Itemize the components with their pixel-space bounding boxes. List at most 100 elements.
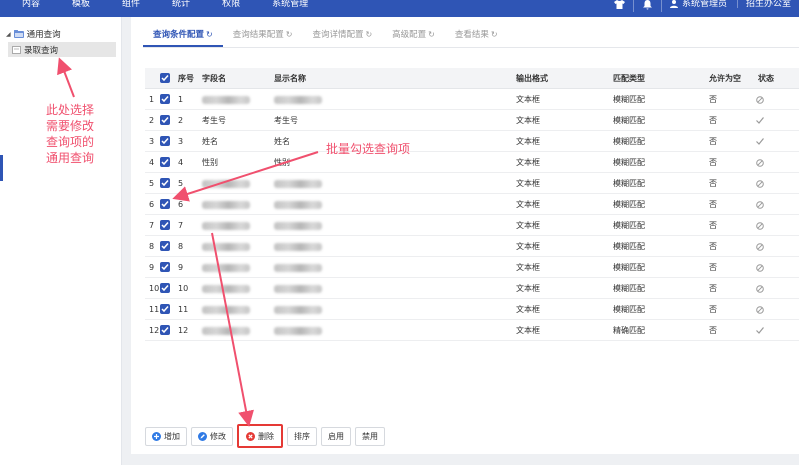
check-icon — [756, 110, 764, 131]
allow-null-cell: 否 — [709, 200, 717, 209]
display-name-cell — [274, 299, 322, 320]
tab-view-result[interactable]: 查看结果 ↻ — [445, 17, 508, 47]
menu-item-permission[interactable]: 权限 — [206, 0, 256, 17]
match-type-cell: 模糊匹配 — [613, 95, 645, 104]
tab-query-condition[interactable]: 查询条件配置 ↻ — [143, 17, 223, 47]
row-checkbox[interactable] — [160, 178, 170, 188]
redacted-text — [202, 200, 250, 209]
tab-divider — [143, 47, 799, 48]
delete-button[interactable]: 删除 — [237, 424, 283, 448]
redacted-text — [202, 221, 250, 230]
config-tabs: 查询条件配置 ↻ 查询结果配置 ↻ 查询详情配置 ↻ 高级配置 ↻ 查看结果 ↻ — [143, 17, 508, 47]
tree-root-label: 通用查询 — [26, 30, 61, 40]
shirt-icon[interactable] — [606, 0, 634, 12]
close-circle-icon — [246, 431, 255, 441]
redacted-text — [202, 179, 250, 188]
field-name-cell — [202, 173, 250, 194]
row-checkbox[interactable] — [160, 325, 170, 335]
row-checkbox[interactable] — [160, 304, 170, 314]
annotation-batch-check: 批量勾选查询项 — [326, 142, 411, 156]
row-checkbox[interactable] — [160, 283, 170, 293]
field-name-cell — [202, 278, 250, 299]
allow-null-cell: 否 — [709, 179, 717, 188]
disabled-icon — [756, 278, 764, 299]
seq-cell: 8 — [178, 242, 184, 251]
tab-query-detail[interactable]: 查询详情配置 ↻ — [302, 17, 382, 47]
field-name-cell — [202, 320, 250, 341]
menu-item-content[interactable]: 内容 — [0, 0, 56, 17]
field-name-cell — [202, 299, 250, 320]
row-checkbox[interactable] — [160, 157, 170, 167]
collapse-triangle-icon[interactable]: ◢ — [6, 31, 11, 38]
disabled-icon — [756, 173, 764, 194]
display-name-cell — [274, 215, 322, 236]
match-type-cell: 模糊匹配 — [613, 242, 645, 251]
menu-item-statistics[interactable]: 统计 — [156, 0, 206, 17]
tree-node-admission-query[interactable]: 录取查询 — [8, 42, 116, 57]
table-row[interactable]: 4 4 性别 性别 文本框 模糊匹配 否 — [145, 152, 799, 173]
table-row[interactable]: 2 2 考生号 考生号 文本框 模糊匹配 否 — [145, 110, 799, 131]
active-indicator — [0, 155, 3, 181]
menu-item-system[interactable]: 系统管理 — [256, 0, 324, 17]
bell-icon[interactable] — [634, 0, 662, 12]
table-row[interactable]: 10 10 文本框 模糊匹配 否 — [145, 278, 799, 299]
row-checkbox[interactable] — [160, 115, 170, 125]
allow-null-cell: 否 — [709, 116, 717, 125]
output-format-cell: 文本框 — [516, 326, 540, 335]
match-type-cell: 模糊匹配 — [613, 158, 645, 167]
department-selector[interactable]: 招生办公室 — [738, 0, 799, 9]
display-name-cell — [274, 257, 322, 278]
row-checkbox[interactable] — [160, 241, 170, 251]
col-display-name: 显示名称 — [274, 74, 306, 83]
row-number: 4 — [149, 158, 155, 167]
redacted-text — [274, 284, 322, 293]
row-checkbox[interactable] — [160, 136, 170, 146]
add-button[interactable]: 增加 — [145, 427, 187, 446]
row-number: 2 — [149, 116, 155, 125]
allow-null-cell: 否 — [709, 137, 717, 146]
seq-cell: 9 — [178, 263, 184, 272]
match-type-cell: 模糊匹配 — [613, 284, 645, 293]
row-checkbox[interactable] — [160, 94, 170, 104]
row-checkbox[interactable] — [160, 220, 170, 230]
table-row[interactable]: 8 8 文本框 模糊匹配 否 — [145, 236, 799, 257]
table-row[interactable]: 3 3 姓名 姓名 文本框 模糊匹配 否 — [145, 131, 799, 152]
col-allow-null: 允许为空 — [709, 74, 741, 83]
tree-node-general-query[interactable]: ◢ 通用查询 — [6, 28, 61, 40]
current-user[interactable]: 系统管理员 — [662, 0, 738, 9]
allow-null-cell: 否 — [709, 284, 717, 293]
match-type-cell: 模糊匹配 — [613, 116, 645, 125]
select-all-checkbox[interactable] — [160, 73, 170, 83]
table-row[interactable]: 7 7 文本框 模糊匹配 否 — [145, 215, 799, 236]
row-checkbox[interactable] — [160, 199, 170, 209]
field-name-cell — [202, 194, 250, 215]
table-row[interactable]: 9 9 文本框 模糊匹配 否 — [145, 257, 799, 278]
allow-null-cell: 否 — [709, 158, 717, 167]
field-name-cell — [202, 257, 250, 278]
table-row[interactable]: 1 1 文本框 模糊匹配 否 — [145, 89, 799, 110]
menu-item-template[interactable]: 模板 — [56, 0, 106, 17]
display-name-cell — [274, 236, 322, 257]
display-name-cell: 考生号 — [274, 116, 298, 125]
table-row[interactable]: 12 12 文本框 精确匹配 否 — [145, 320, 799, 341]
disable-button[interactable]: 禁用 — [355, 427, 385, 446]
tab-advanced[interactable]: 高级配置 ↻ — [382, 17, 445, 47]
table-row[interactable]: 6 6 文本框 模糊匹配 否 — [145, 194, 799, 215]
menu-item-component[interactable]: 组件 — [106, 0, 156, 17]
redacted-text — [274, 263, 322, 272]
field-name-cell: 姓名 — [202, 137, 218, 146]
row-number: 1 — [149, 95, 155, 104]
top-right-area: 系统管理员 招生办公室 — [606, 0, 799, 17]
sort-button[interactable]: 排序 — [287, 427, 317, 446]
enable-button[interactable]: 启用 — [321, 427, 351, 446]
field-name-cell: 性别 — [202, 158, 218, 167]
output-format-cell: 文本框 — [516, 137, 540, 146]
table-row[interactable]: 5 5 文本框 模糊匹配 否 — [145, 173, 799, 194]
col-field-name: 字段名 — [202, 74, 226, 83]
col-seq: 序号 — [178, 74, 194, 83]
row-checkbox[interactable] — [160, 262, 170, 272]
tree-child-label: 录取查询 — [24, 45, 59, 56]
table-row[interactable]: 11 11 文本框 模糊匹配 否 — [145, 299, 799, 320]
edit-button[interactable]: 修改 — [191, 427, 233, 446]
tab-query-result[interactable]: 查询结果配置 ↻ — [223, 17, 303, 47]
